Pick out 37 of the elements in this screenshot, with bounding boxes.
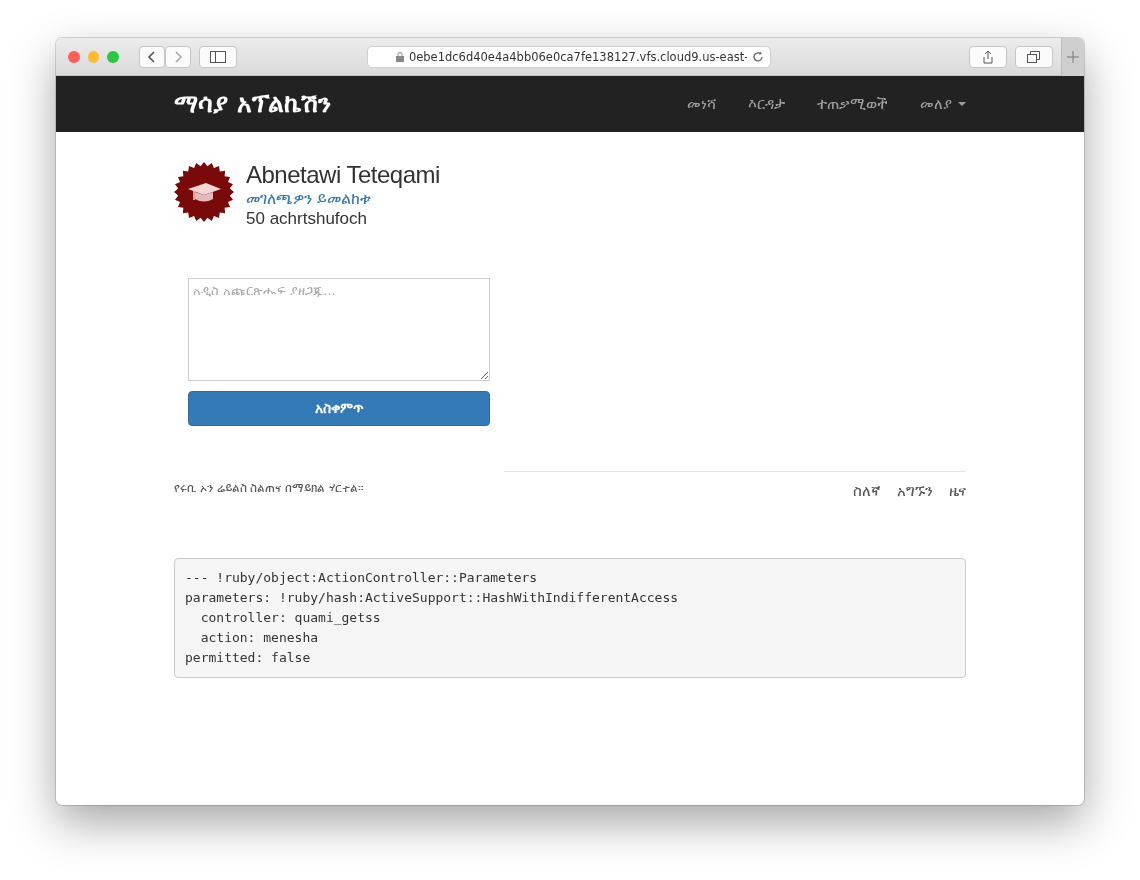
sidebar-icon bbox=[209, 50, 226, 63]
tabs-button[interactable] bbox=[1014, 45, 1053, 68]
user-name: Abnetawi Teteqami bbox=[246, 162, 440, 188]
back-button[interactable] bbox=[138, 45, 165, 68]
submit-button[interactable]: አስቀምጥ bbox=[188, 391, 490, 426]
brand-link[interactable]: ማሳያ አፕልኬሽን bbox=[174, 89, 331, 119]
nav-link[interactable]: ተጠቃሚወች bbox=[801, 95, 904, 113]
code-line: --- !ruby/object:ActionController::Parameters bbox=[185, 569, 539, 587]
profile-link[interactable]: መገለጫዎን ይመልከቱ bbox=[246, 188, 440, 210]
code-line: parameters: !ruby/hash:ActiveSupport::HashWithIndifferentAccess bbox=[185, 589, 680, 607]
code-line: controller: quami_getss bbox=[199, 609, 382, 627]
close-icon[interactable] bbox=[68, 50, 80, 63]
nav-link[interactable]: መነሻ bbox=[671, 95, 732, 113]
footer-text: የሩቢ ኦን ሬይልስ ስልጠና በማይክል ሃርተል። bbox=[174, 481, 365, 495]
tabs-icon bbox=[1026, 50, 1041, 63]
chevron-right-icon bbox=[172, 50, 183, 63]
chevron-left-icon bbox=[146, 50, 157, 63]
nav-link[interactable]: መለያ bbox=[904, 95, 966, 113]
code-line: action: menesha bbox=[199, 629, 320, 647]
share-icon bbox=[981, 49, 994, 64]
plus-icon bbox=[1066, 50, 1079, 63]
footer-link[interactable]: ስለኛ bbox=[853, 482, 881, 500]
graduation-cap-badge-icon bbox=[174, 162, 234, 222]
lock-icon bbox=[395, 51, 404, 62]
reload-icon[interactable] bbox=[751, 50, 764, 63]
post-textarea[interactable]: አዲስ አጩርጽሑፍ ያዘጋጁ... bbox=[188, 278, 490, 381]
footer-link[interactable]: ዜና bbox=[949, 482, 966, 500]
zoom-icon[interactable] bbox=[107, 50, 119, 63]
nav-link[interactable]: እርዳታ bbox=[732, 95, 801, 113]
new-tab-button[interactable] bbox=[1060, 38, 1084, 76]
minimize-icon[interactable] bbox=[87, 50, 100, 63]
sidebar-button[interactable] bbox=[198, 45, 237, 68]
share-button[interactable] bbox=[968, 45, 1007, 68]
forward-button[interactable] bbox=[164, 45, 191, 68]
code-line: permitted: false bbox=[185, 649, 312, 667]
post-count: 50 achrtshufoch bbox=[246, 210, 368, 228]
footer-link[interactable]: አግኙን bbox=[897, 482, 933, 500]
